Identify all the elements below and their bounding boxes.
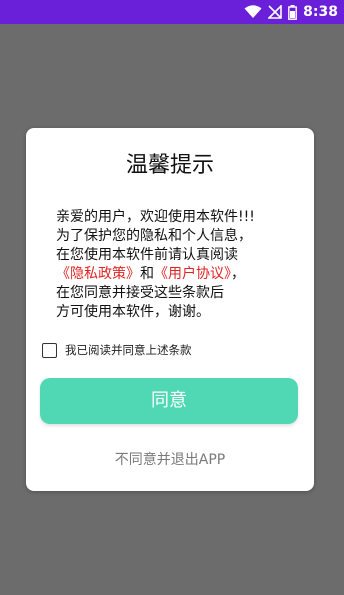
disagree-exit-link[interactable]: 不同意并退出APP [26, 449, 314, 469]
agree-button[interactable]: 同意 [40, 378, 298, 424]
privacy-policy-link[interactable]: 《隐私政策》 [56, 266, 140, 282]
agree-terms-row[interactable]: 我已阅读并同意上述条款 [42, 340, 192, 360]
conjunction-text: 和 [140, 266, 154, 282]
status-icons: 8:38 [244, 3, 338, 21]
signal-blocked-icon [268, 5, 282, 19]
user-agreement-link[interactable]: 《用户协议》 [154, 266, 231, 282]
wifi-icon [244, 5, 262, 19]
links-tail-text: ， [231, 266, 245, 282]
status-time: 8:38 [303, 4, 338, 20]
privacy-dialog: 温馨提示 亲爱的用户，欢迎使用本软件!!! 为了保护您的隐私和个人信息， 在您使… [26, 128, 314, 491]
dialog-body: 亲爱的用户，欢迎使用本软件!!! 为了保护您的隐私和个人信息， 在您使用本软件前… [56, 208, 296, 322]
agree-terms-checkbox[interactable] [42, 342, 57, 358]
dialog-title: 温馨提示 [125, 153, 214, 178]
body-line-read: 在您使用本软件前请认真阅读 [56, 247, 238, 263]
agree-terms-label[interactable]: 我已阅读并同意上述条款 [65, 342, 192, 358]
body-line-accept: 在您同意并接受这些条款后 [56, 285, 224, 301]
body-line-thanks: 方可使用本软件，谢谢。 [56, 304, 210, 320]
status-bar: 8:38 [0, 0, 344, 24]
battery-icon [288, 4, 298, 20]
body-line-protect: 为了保护您的隐私和个人信息， [56, 228, 252, 244]
body-line-welcome: 亲爱的用户，欢迎使用本软件!!! [56, 209, 255, 225]
body-line-links: 《隐私政策》和《用户协议》， [56, 265, 296, 284]
